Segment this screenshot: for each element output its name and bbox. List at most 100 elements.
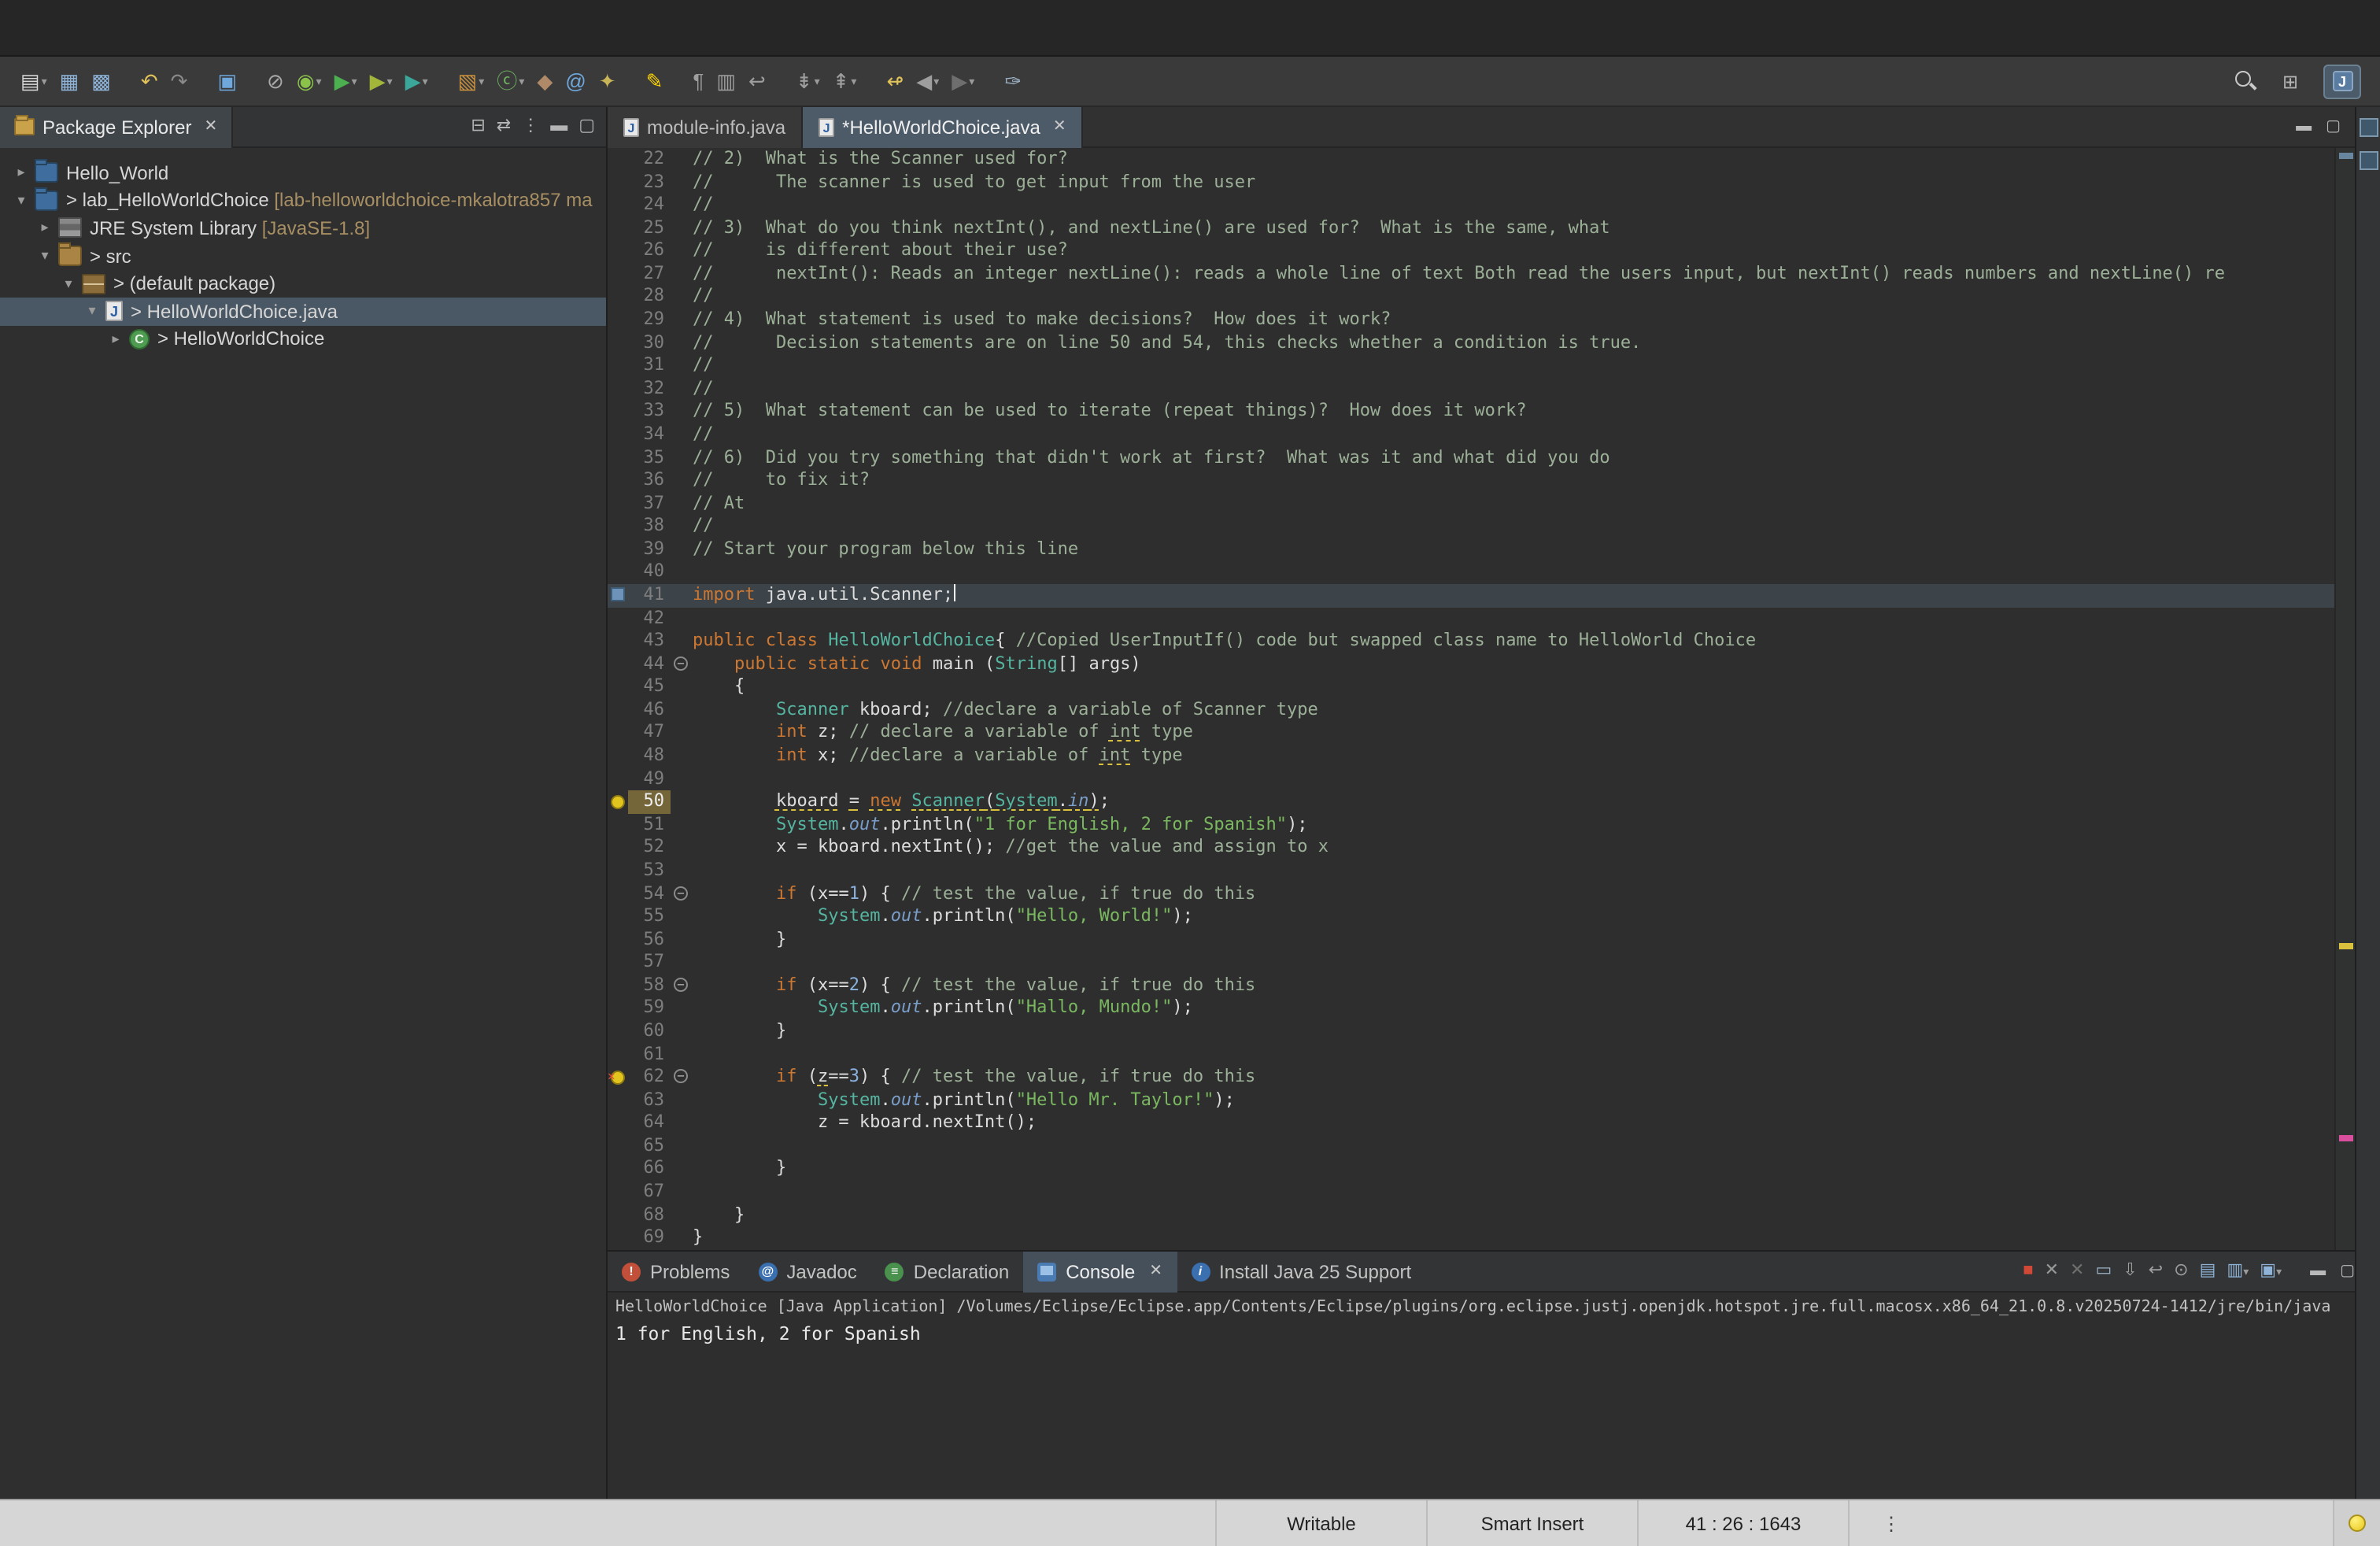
code-line-50[interactable]: 50 kboard = new Scanner(System.in); — [608, 790, 2355, 813]
editor-tab--helloworldchoice-java[interactable]: J*HelloWorldChoice.java✕ — [803, 106, 1083, 147]
fold-collapse-icon[interactable]: − — [674, 978, 688, 992]
java-perspective-button[interactable]: J — [2323, 64, 2361, 98]
code-line-51[interactable]: 51 System.out.println("1 for English, 2 … — [608, 814, 2355, 837]
clear-console-button[interactable]: ▭ — [2095, 1263, 2112, 1280]
open-console-view-button[interactable]: ▣ — [213, 62, 242, 100]
tree-chevron-icon[interactable]: ▸ — [11, 165, 31, 182]
terminate-button[interactable]: ■ — [2023, 1263, 2033, 1280]
code-line-28[interactable]: 28// — [608, 286, 2355, 309]
dropdown-arrow-icon[interactable]: ▾ — [933, 75, 939, 87]
code-line-48[interactable]: 48 int x; //declare a variable of int ty… — [608, 745, 2355, 767]
code-line-58[interactable]: 58− if (x==2) { // test the value, if tr… — [608, 975, 2355, 997]
code-line-55[interactable]: 55 System.out.println("Hello, World!"); — [608, 905, 2355, 928]
code-line-64[interactable]: 64 z = kboard.nextInt(); — [608, 1112, 2355, 1135]
code-line-42[interactable]: 42 — [608, 607, 2355, 630]
maximize-editor-button[interactable]: ▢ — [2326, 118, 2341, 135]
console-tab-declaration[interactable]: ≡Declaration — [871, 1251, 1023, 1292]
dropdown-arrow-icon[interactable]: ▾ — [2276, 1267, 2282, 1278]
code-line-41[interactable]: 41import java.util.Scanner; — [608, 584, 2355, 607]
code-line-26[interactable]: 26// is different about their use? — [608, 240, 2355, 263]
console-tab-problems[interactable]: !Problems — [608, 1251, 744, 1292]
code-line-37[interactable]: 37// At — [608, 492, 2355, 515]
code-line-32[interactable]: 32// — [608, 378, 2355, 401]
dropdown-arrow-icon[interactable]: ▾ — [851, 75, 856, 87]
code-line-60[interactable]: 60 } — [608, 1020, 2355, 1043]
link-with-editor-button[interactable]: ⇄ — [497, 118, 511, 135]
code-line-66[interactable]: 66 } — [608, 1158, 2355, 1181]
create-jar-button[interactable]: ◆ — [532, 62, 557, 100]
java-search-button[interactable]: ✦ — [594, 62, 621, 100]
overview-task-mark[interactable] — [2339, 1135, 2353, 1141]
run-button[interactable]: ▶▾ — [330, 62, 362, 100]
pin-console-button[interactable]: ⊙ — [2174, 1263, 2188, 1280]
overview-warning-mark[interactable] — [2339, 943, 2353, 949]
open-perspective-button[interactable]: ⊞ — [2271, 64, 2309, 98]
console-output-area[interactable]: HelloWorldChoice [Java Application] /Vol… — [608, 1293, 2355, 1499]
overview-ruler[interactable] — [2334, 148, 2355, 1250]
word-wrap-button[interactable]: ↩ — [744, 62, 771, 100]
code-line-61[interactable]: 61 — [608, 1043, 2355, 1066]
dropdown-arrow-icon[interactable]: ▾ — [815, 75, 820, 87]
code-line-24[interactable]: 24// — [608, 194, 2355, 216]
code-line-57[interactable]: 57 — [608, 951, 2355, 974]
tree-chevron-icon[interactable]: ▸ — [35, 220, 55, 237]
code-line-30[interactable]: 30// Decision statements are on line 50 … — [608, 331, 2355, 354]
code-line-49[interactable]: 49 — [608, 767, 2355, 790]
save-button[interactable]: ▦ — [55, 62, 84, 100]
code-line-40[interactable]: 40 — [608, 561, 2355, 584]
save-all-button[interactable]: ▩ — [87, 62, 116, 100]
minimize-editor-button[interactable]: ▬ — [2296, 118, 2312, 135]
pin-editor-button[interactable]: ✑ — [1000, 62, 1026, 100]
code-line-36[interactable]: 36// to fix it? — [608, 469, 2355, 492]
tree-chevron-icon[interactable]: ▾ — [35, 247, 55, 264]
code-line-23[interactable]: 23// The scanner is used to get input fr… — [608, 171, 2355, 194]
collapse-all-button[interactable]: ⊟ — [471, 118, 485, 135]
show-whitespace-button[interactable]: ¶ — [688, 62, 708, 100]
word-wrap-console-button[interactable]: ↩ — [2149, 1263, 2163, 1280]
code-line-25[interactable]: 25// 3) What do you think nextInt(), and… — [608, 216, 2355, 239]
project-tree[interactable]: ▸Hello_World▾> lab_HelloWorldChoice [lab… — [0, 148, 606, 1499]
code-line-38[interactable]: 38// — [608, 516, 2355, 538]
close-icon[interactable]: ✕ — [204, 118, 217, 135]
fold-collapse-icon[interactable]: − — [674, 886, 688, 900]
code-line-44[interactable]: 44− public static void main (String[] ar… — [608, 653, 2355, 675]
tree-chevron-icon[interactable]: ▾ — [11, 192, 31, 209]
editor-tab-module-info-java[interactable]: Jmodule-info.java — [608, 106, 803, 147]
new-java-project-button[interactable]: ▧▾ — [453, 62, 490, 100]
tip-lightbulb-cell[interactable] — [2333, 1500, 2380, 1546]
tree-item-helloworldchoice[interactable]: ▸C> HelloWorldChoice — [0, 325, 606, 353]
code-line-43[interactable]: 43public class HelloWorldChoice{ //Copie… — [608, 630, 2355, 653]
overview-header-mark[interactable] — [2339, 153, 2353, 159]
last-edit-location-button[interactable]: ↫ — [881, 62, 908, 100]
maximize-console-button[interactable]: ▢ — [2340, 1263, 2355, 1280]
skip-all-breakpoints-button[interactable]: ⊘ — [262, 62, 289, 100]
code-line-54[interactable]: 54− if (x==1) { // test the value, if tr… — [608, 882, 2355, 905]
debug-button[interactable]: ◉▾ — [292, 62, 327, 100]
code-line-53[interactable]: 53 — [608, 860, 2355, 882]
tree-chevron-icon[interactable]: ▾ — [58, 275, 79, 292]
code-line-62[interactable]: 62− if (z==3) { // test the value, if tr… — [608, 1066, 2355, 1089]
code-line-22[interactable]: 22// 2) What is the Scanner used for? — [608, 148, 2355, 171]
mark-occurrences-button[interactable]: ✎ — [641, 62, 668, 100]
display-selected-console-button[interactable]: ▥▾ — [2227, 1263, 2249, 1280]
back-button[interactable]: ◀▾ — [911, 62, 944, 100]
dropdown-arrow-icon[interactable]: ▾ — [352, 75, 357, 87]
tree-item-jre-system-library[interactable]: ▸JRE System Library [JavaSE-1.8] — [0, 214, 606, 242]
undo-button[interactable]: ↶ — [136, 62, 163, 100]
code-line-68[interactable]: 68 } — [608, 1204, 2355, 1226]
code-line-52[interactable]: 52 x = kboard.nextInt(); //get the value… — [608, 837, 2355, 860]
next-annotation-button[interactable]: ⇟▾ — [791, 62, 825, 100]
code-line-69[interactable]: 69} — [608, 1226, 2355, 1249]
console-tab-javadoc[interactable]: @Javadoc — [744, 1251, 870, 1292]
warning-lightbulb-icon[interactable] — [611, 794, 625, 808]
remove-launch-button[interactable]: ✕ — [2045, 1263, 2059, 1280]
tree-item-lab-helloworldchoice[interactable]: ▾> lab_HelloWorldChoice [lab-helloworldc… — [0, 187, 606, 214]
statusbar-menu-icon[interactable]: ⋮ — [1848, 1500, 1933, 1546]
error-lightbulb-icon[interactable] — [611, 1070, 625, 1084]
code-line-59[interactable]: 59 System.out.println("Hallo, Mundo!"); — [608, 997, 2355, 1020]
code-line-29[interactable]: 29// 4) What statement is used to make d… — [608, 309, 2355, 331]
fold-collapse-icon[interactable]: − — [674, 1069, 688, 1083]
code-line-34[interactable]: 34// — [608, 423, 2355, 446]
external-tools-button[interactable]: ▶▾ — [401, 62, 433, 100]
dropdown-arrow-icon[interactable]: ▾ — [969, 75, 974, 87]
